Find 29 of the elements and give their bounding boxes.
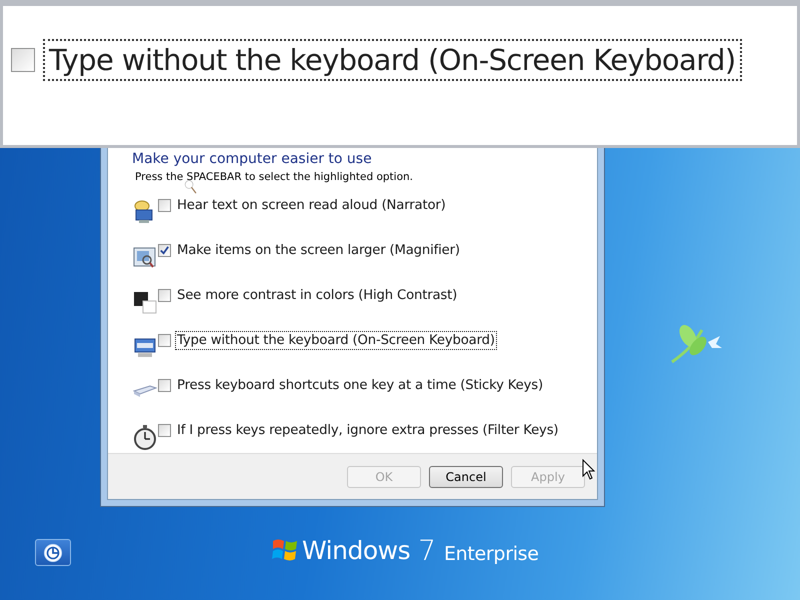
checkbox[interactable]: [158, 289, 171, 302]
mouse-pointer-icon: [582, 459, 596, 481]
checkbox[interactable]: [158, 379, 171, 392]
ease-of-access-icon: [43, 542, 63, 562]
option-label[interactable]: Type without the keyboard (On-Screen Keyboard): [175, 331, 497, 350]
option-label[interactable]: Make items on the screen larger (Magnifier): [175, 241, 462, 260]
magnified-option-label[interactable]: Type without the keyboard (On-Screen Keyboard): [43, 39, 742, 81]
magnified-screen-icon: [133, 244, 157, 268]
ease-of-access-button[interactable]: [35, 539, 71, 566]
option-label[interactable]: Hear text on screen read aloud (Narrator): [175, 196, 448, 215]
instruction-text: Press the SPACEBAR to select the highlighted option.: [135, 171, 414, 183]
checkbox[interactable]: [158, 334, 171, 347]
version-number: 7: [418, 536, 436, 566]
checkbox[interactable]: [11, 48, 35, 72]
windows-flag-logo: [272, 537, 298, 563]
stopwatch-icon: [133, 424, 157, 450]
option-label[interactable]: Press keyboard shortcuts one key at a time (Sticky Keys): [175, 376, 545, 395]
keys-icon: [133, 385, 157, 398]
magnifying-glass-icon: [183, 180, 198, 194]
dialog-button[interactable]: Cancel: [429, 466, 503, 488]
option-label[interactable]: If I press keys repeatedly, ignore extra presses (Filter Keys): [175, 421, 560, 440]
contrast-squares-icon: [133, 290, 157, 314]
product-name: Windows: [302, 536, 410, 566]
dialog-heading: Make your computer easier to use: [132, 150, 373, 168]
checkbox[interactable]: [158, 199, 171, 212]
option-label[interactable]: See more contrast in colors (High Contrast): [175, 286, 460, 305]
checkbox[interactable]: [158, 424, 171, 437]
checkbox[interactable]: [158, 244, 171, 257]
edition-name: Enterprise: [444, 542, 539, 566]
